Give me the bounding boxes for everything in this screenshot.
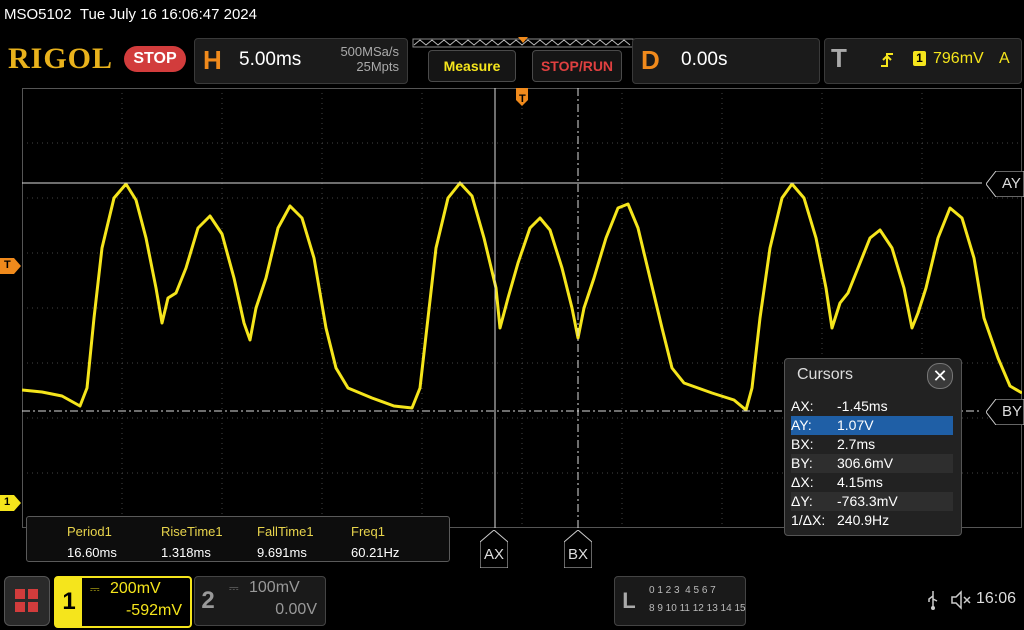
close-icon[interactable]: ✕ <box>927 363 953 389</box>
trigger-mode: A <box>999 50 1010 67</box>
measure-label-period: Period1 <box>67 524 112 539</box>
cursor-row-label: AX: <box>791 398 814 414</box>
usb-icon <box>928 591 938 610</box>
trigger-source-badge: 1 <box>913 51 926 66</box>
logic-panel[interactable]: L 0 1 2 3 4 5 6 7 8 9 10 11 12 13 14 15 <box>614 576 746 626</box>
trigger-level-marker-label: T <box>4 259 11 271</box>
cursors-title: Cursors <box>797 366 854 383</box>
measure-value-risetime: 1.318ms <box>161 545 211 560</box>
trigger-position-label: T <box>519 93 526 105</box>
model-name: MSO5102 <box>4 6 72 23</box>
cursor-row-by: BY: 306.6mV <box>791 454 953 473</box>
measure-button[interactable]: Measure <box>428 50 516 82</box>
trigger-level: 796mV <box>933 50 984 67</box>
cursor-row-label: ΔY: <box>791 493 813 509</box>
measure-label-risetime: RiseTime1 <box>161 524 223 539</box>
rising-edge-icon <box>881 53 893 67</box>
measurement-panel[interactable]: Period1 16.60ms RiseTime1 1.318ms FallTi… <box>26 516 450 562</box>
channel1-panel[interactable]: 1 ⎓ 200mV -592mV <box>54 576 192 628</box>
logic-letter: L <box>622 588 636 613</box>
channel2-offset: 0.00V <box>275 601 317 618</box>
channel1-offset-marker[interactable]: 1 <box>0 495 22 511</box>
horizontal-panel[interactable]: H 5.00ms 500MSa/s 25Mpts <box>194 38 408 84</box>
status-line: MSO5102 Tue July 16 16:06:47 2024 <box>4 6 257 23</box>
menu-button[interactable] <box>4 576 50 626</box>
channel1-scale: 200mV <box>110 580 161 597</box>
measure-value-falltime: 9.691ms <box>257 545 307 560</box>
cursor-bx-tag[interactable]: BX <box>563 529 593 569</box>
trigger-letter: T <box>831 43 847 73</box>
cursor-row-label: BY: <box>791 455 813 471</box>
cursor-ax-tag[interactable]: AX <box>479 529 509 569</box>
cursor-row-value: 240.9Hz <box>837 512 890 528</box>
memory-depth: 25Mpts <box>356 59 399 74</box>
cursor-row-dy: ΔY: -763.3mV <box>791 492 953 511</box>
brand-logo: RIGOL <box>8 42 114 75</box>
logic-channels-row2: 8 9 10 11 12 13 14 15 <box>649 603 746 614</box>
cursor-row-value: 306.6mV <box>837 455 894 471</box>
measure-value-freq: 60.21Hz <box>351 545 400 560</box>
cursor-row-value: 1.07V <box>837 417 874 433</box>
cursor-row-label: 1/ΔX: <box>791 512 826 528</box>
cursor-row-dx: ΔX: 4.15ms <box>791 473 953 492</box>
delay-value: 0.00s <box>681 49 728 70</box>
horizontal-letter: H <box>203 45 222 75</box>
run-state-badge[interactable]: STOP <box>124 46 186 72</box>
measure-label-freq: Freq1 <box>351 524 385 539</box>
cursor-row-ay[interactable]: AY: 1.07V <box>791 416 953 435</box>
cursor-row-value: 4.15ms <box>837 474 883 490</box>
trigger-panel[interactable]: T 1 796mV A <box>824 38 1022 84</box>
dc-coupling-icon: ⎓ <box>229 581 239 595</box>
clock-time: 16:06 <box>976 590 1017 607</box>
cursor-row-ax: AX: -1.45ms <box>791 397 953 416</box>
stop-run-button[interactable]: STOP/RUN <box>532 50 622 82</box>
cursor-row-bx: BX: 2.7ms <box>791 435 953 454</box>
measure-label-falltime: FallTime1 <box>257 524 314 539</box>
date-time: Tue July 16 16:06:47 2024 <box>79 6 257 23</box>
menu-grid-icon <box>15 589 38 612</box>
delay-panel[interactable]: D 0.00s <box>632 38 820 84</box>
channel2-panel[interactable]: 2 ⎓ 100mV 0.00V <box>194 576 326 626</box>
memory-position-bar <box>412 37 634 48</box>
timebase-value: 5.00ms <box>239 49 302 70</box>
speaker-muted-icon[interactable] <box>950 590 972 610</box>
cursor-ax-label: AX <box>484 546 505 563</box>
channel2-number: 2 <box>201 587 215 614</box>
cursor-by-tag[interactable]: BY <box>985 398 1024 426</box>
delay-letter: D <box>641 45 660 75</box>
cursor-row-label: BX: <box>791 436 814 452</box>
sample-rate: 500MSa/s <box>340 44 399 59</box>
dc-coupling-icon: ⎓ <box>90 582 100 596</box>
trigger-level-marker[interactable]: T <box>0 258 22 274</box>
cursors-panel[interactable]: Cursors ✕ AX: -1.45ms AY: 1.07V BX: 2.7ms B… <box>784 358 962 536</box>
cursor-row-inv-dx: 1/ΔX: 240.9Hz <box>791 511 953 530</box>
cursor-row-label: AY: <box>791 417 812 433</box>
cursor-by-label: BY <box>1002 403 1023 420</box>
cursor-row-value: 2.7ms <box>837 436 876 452</box>
channel2-scale: 100mV <box>249 579 300 596</box>
cursor-row-value: -1.45ms <box>837 398 888 414</box>
cursor-bx-label: BX <box>568 546 589 563</box>
cursor-row-label: ΔX: <box>791 474 814 490</box>
cursor-ay-label: AY <box>1002 175 1021 192</box>
measure-value-period: 16.60ms <box>67 545 117 560</box>
channel1-offset-marker-label: 1 <box>4 496 11 508</box>
logic-channels-row1: 0 1 2 3 4 5 6 7 <box>649 585 716 596</box>
channel1-number: 1 <box>56 578 82 626</box>
cursor-ay-tag[interactable]: AY <box>985 170 1024 198</box>
channel1-offset: -592mV <box>125 602 182 619</box>
cursor-row-value: -763.3mV <box>837 493 898 509</box>
